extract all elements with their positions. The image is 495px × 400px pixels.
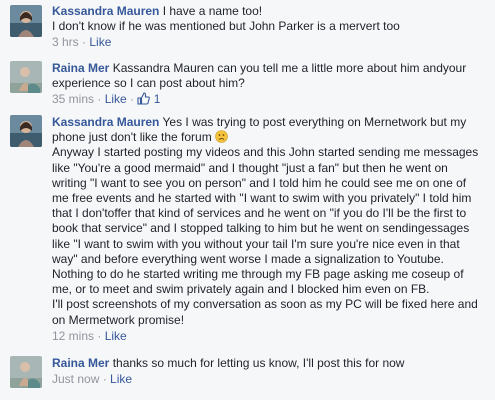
comment-text: Kassandra Mauren can you tell me a littl… — [112, 61, 467, 75]
comment-text: me free events and he started with "I wa… — [52, 191, 472, 206]
comment-time[interactable]: 12 mins — [52, 329, 94, 343]
separator: · — [102, 372, 107, 387]
comment-text: Nothing to do he started writing me thro… — [52, 267, 464, 282]
comment-text: like "I want to swim with you without yo… — [52, 236, 460, 251]
avatar[interactable] — [10, 356, 42, 388]
separator: · — [97, 92, 102, 107]
comment-time[interactable]: 35 mins — [52, 92, 94, 106]
comment-meta: 12 mins · Like — [52, 329, 487, 344]
separator: · — [97, 328, 102, 343]
comment-text: I have a name too! — [162, 4, 263, 18]
comment-time[interactable]: Just now — [52, 372, 99, 386]
frown-emoji-icon — [215, 130, 228, 144]
comment-text: Anyway I started posting my videos and t… — [52, 145, 479, 160]
comment-text: Yes I was trying to post everything on M… — [162, 115, 467, 129]
comment-text: way" and before everything went worse I … — [52, 251, 444, 266]
comment-author[interactable]: Raina Mer — [52, 61, 109, 75]
comment-text: thanks so much for letting us know, I'll… — [112, 356, 405, 370]
avatar[interactable] — [10, 5, 42, 37]
comment-text: that I don'toffer that kind of services … — [52, 206, 467, 221]
comment-text: like "You're a good mermaid" and I thoug… — [52, 160, 448, 175]
like-link[interactable]: Like — [105, 92, 127, 106]
like-link[interactable]: Like — [110, 372, 132, 386]
comment-author[interactable]: Kassandra Mauren — [52, 4, 159, 18]
comment-meta: 3 hrs · Like — [52, 35, 487, 50]
like-link[interactable]: Like — [105, 329, 127, 343]
avatar[interactable] — [10, 115, 42, 147]
comment-text: I'll post screenshots of my conversation… — [52, 297, 478, 312]
comment-text: experience so I can post about him? — [52, 76, 245, 91]
separator: · — [82, 35, 87, 50]
separator: · — [130, 92, 135, 107]
comment-author[interactable]: Kassandra Mauren — [52, 115, 159, 129]
comment-time[interactable]: 3 hrs — [52, 35, 79, 49]
thumbs-up-icon[interactable] — [137, 92, 151, 105]
like-count[interactable]: 1 — [154, 92, 161, 106]
comment-text: on Mermetwork promise! — [52, 312, 185, 327]
comment-text: phone just don't like the forum — [52, 130, 212, 145]
comment-text: writing "I want to see you on person" an… — [52, 175, 467, 190]
comment-text: I don't know if he was mentioned but Joh… — [52, 19, 400, 34]
comment-text: me, or to meet and swim privately again … — [52, 282, 430, 297]
comment-text: book that service" and I stopped talking… — [52, 221, 470, 236]
comment-author[interactable]: Raina Mer — [52, 356, 109, 370]
comment-thread: Kassandra Mauren I have a name too! I do… — [0, 0, 495, 400]
comment-meta: 35 mins · Like · 1 — [52, 92, 487, 107]
like-link[interactable]: Like — [89, 35, 111, 49]
comment-meta: Just now · Like — [52, 372, 487, 387]
avatar[interactable] — [10, 61, 42, 93]
